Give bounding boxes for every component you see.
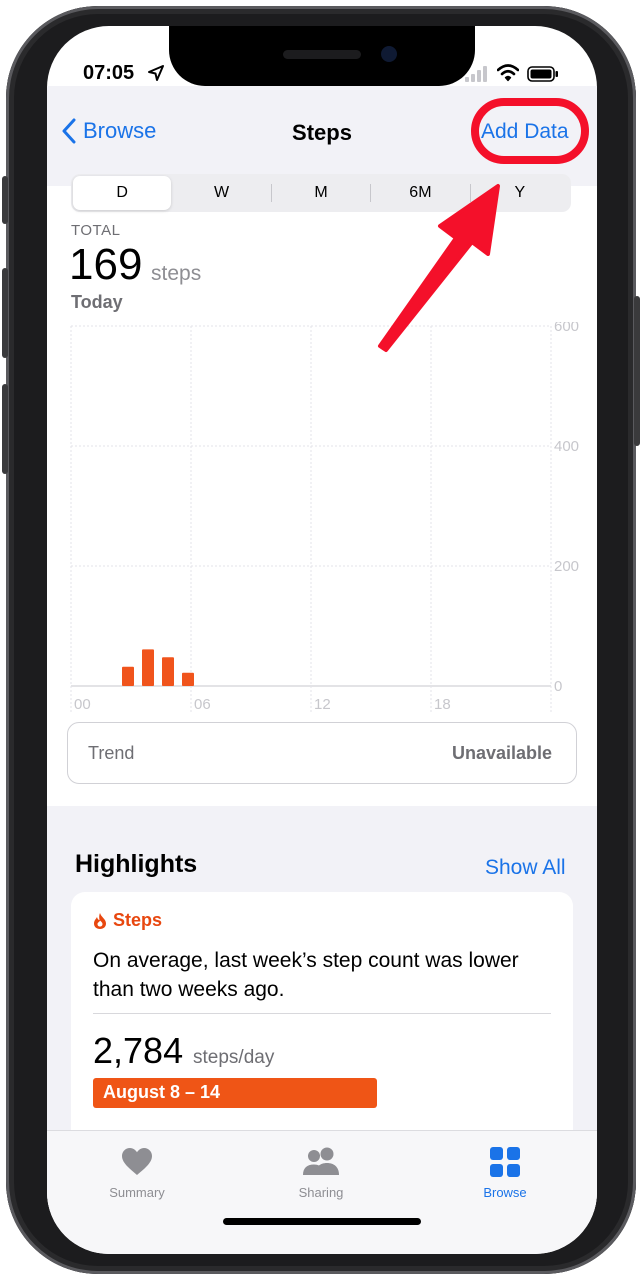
y-tick-label: 0: [554, 678, 562, 695]
volume-down-button: [2, 384, 8, 474]
show-all-link[interactable]: Show All: [485, 856, 566, 880]
mute-switch: [2, 176, 8, 224]
notch: [169, 26, 475, 86]
annotation-circle: [471, 98, 589, 164]
trend-row[interactable]: Trend Unavailable: [67, 722, 577, 784]
highlight-unit: steps/day: [193, 1047, 275, 1068]
trend-value: Unavailable: [451, 742, 552, 763]
segment-week[interactable]: W: [172, 176, 270, 210]
tab-bar: Summary Sharing Browse: [47, 1130, 597, 1254]
x-tick-label: 18: [434, 696, 451, 713]
status-time: 07:05: [83, 62, 135, 84]
segment-month[interactable]: M: [272, 176, 370, 210]
location-arrow-icon: [148, 65, 164, 81]
total-unit: steps: [151, 262, 202, 285]
heart-icon: [122, 1148, 152, 1175]
home-indicator: [223, 1218, 421, 1225]
tab-sharing-label: Sharing: [298, 1185, 344, 1200]
y-tick-label: 200: [554, 558, 579, 575]
highlight-number: 2,784: [93, 1030, 184, 1071]
front-camera: [381, 46, 397, 62]
chart-bar: [122, 666, 134, 686]
tab-summary[interactable]: Summary: [77, 1145, 197, 1200]
back-button-label: Browse: [83, 118, 157, 143]
battery-icon: [527, 66, 558, 82]
y-tick-label: 600: [554, 322, 579, 335]
total-label: TOTAL: [71, 222, 121, 239]
segment-six-month[interactable]: 6M: [371, 176, 469, 210]
tab-summary-label: Summary: [109, 1185, 165, 1200]
chevron-left-icon: [62, 118, 76, 144]
time-range-segmented-control: D W M 6M Y: [71, 174, 571, 212]
chart-bar: [182, 672, 194, 686]
period-label: Today: [71, 292, 123, 312]
y-tick-label: 400: [554, 438, 579, 455]
steps-chart[interactable]: 600400200000 06 12 18: [69, 322, 597, 722]
tab-browse[interactable]: Browse: [445, 1145, 565, 1200]
screen: 07:05 Browse Steps Add Data D W M 6M Y T…: [47, 26, 597, 1254]
highlights-title: Highlights: [75, 850, 198, 878]
tab-sharing[interactable]: Sharing: [261, 1145, 381, 1200]
highlight-category-label: Steps: [113, 910, 163, 930]
flame-icon: [94, 912, 106, 929]
x-tick-label: 00: [74, 696, 91, 713]
trend-label: Trend: [88, 742, 135, 763]
people-icon: [303, 1147, 339, 1175]
divider: [93, 1013, 551, 1014]
back-button[interactable]: Browse: [61, 118, 156, 144]
speaker: [283, 50, 361, 59]
highlight-range-bar: August 8 – 14: [93, 1078, 377, 1108]
chart-bar: [162, 657, 174, 686]
segment-day[interactable]: D: [73, 176, 172, 210]
power-button: [634, 296, 640, 446]
x-tick-label: 12: [314, 696, 331, 713]
tab-browse-label: Browse: [483, 1185, 527, 1200]
chart-bar: [142, 649, 154, 686]
x-tick-label: 06: [194, 696, 211, 713]
volume-up-button: [2, 268, 8, 358]
grid-icon: [490, 1147, 520, 1177]
highlight-category: Steps: [93, 910, 162, 931]
wifi-icon: [497, 64, 519, 82]
total-value: 169: [69, 240, 143, 289]
highlight-text: On average, last week’s step count was l…: [93, 949, 519, 1001]
segment-year[interactable]: Y: [471, 176, 569, 210]
